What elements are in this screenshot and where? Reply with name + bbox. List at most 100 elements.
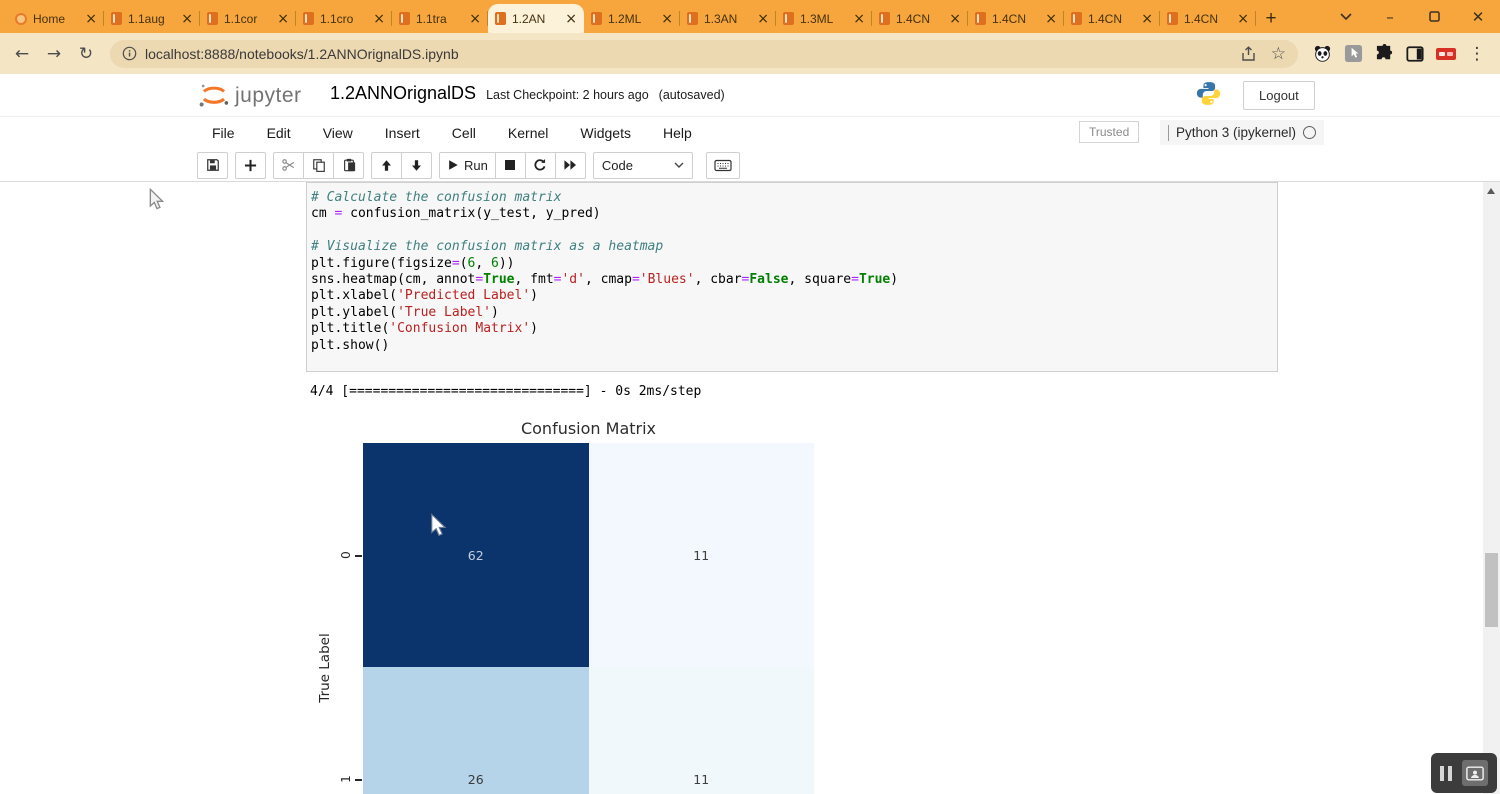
browser-tab-1.3an[interactable]: 1.3AN× [680, 4, 776, 33]
extensions-puzzle-icon[interactable] [1374, 44, 1394, 64]
run-label: Run [464, 158, 488, 173]
jupyter-logo[interactable]: jupyter [197, 81, 302, 111]
move-cell-down-button[interactable] [401, 152, 432, 179]
back-icon[interactable]: ← [6, 44, 38, 64]
refresh-icon[interactable]: ↻ [70, 44, 102, 64]
y-tick-mark [355, 779, 362, 781]
menu-item-kernel[interactable]: Kernel [492, 125, 564, 141]
extensions-row: ⋮ [1312, 44, 1487, 64]
tab-close-icon[interactable]: × [949, 12, 961, 26]
picture-in-picture-button[interactable] [1462, 760, 1488, 786]
browser-menu-kebab-icon[interactable]: ⋮ [1467, 44, 1487, 64]
code-line [311, 223, 1277, 239]
mouse-cursor [147, 188, 167, 212]
page-scrollbar[interactable] [1483, 182, 1500, 794]
url-bar[interactable]: localhost:8888/notebooks/1.2ANNOrignalDS… [110, 40, 1298, 68]
menu-item-view[interactable]: View [307, 125, 369, 141]
tab-close-icon[interactable]: × [469, 12, 481, 26]
code-line: sns.heatmap(cm, annot=True, fmt='d', cma… [311, 272, 1277, 288]
browser-tab-1.3ml[interactable]: 1.3ML× [776, 4, 872, 33]
run-button[interactable]: Run [439, 152, 496, 179]
tab-close-icon[interactable]: × [1045, 12, 1057, 26]
browser-tab-1.1aug[interactable]: 1.1aug× [104, 4, 200, 33]
new-tab-button[interactable]: + [1256, 4, 1286, 33]
interrupt-kernel-button[interactable] [495, 152, 526, 179]
restart-kernel-button[interactable] [525, 152, 556, 179]
tab-close-icon[interactable]: × [85, 12, 97, 26]
minimize-icon[interactable]: – [1368, 0, 1412, 33]
browser-tab-1.4cn[interactable]: 1.4CN× [872, 4, 968, 33]
tab-close-icon[interactable]: × [661, 12, 673, 26]
tab-close-icon[interactable]: × [181, 12, 193, 26]
code-cell[interactable]: # Calculate the confusion matrixcm = con… [306, 182, 1278, 372]
maximize-icon[interactable] [1412, 0, 1456, 33]
browser-tab-1.4cn[interactable]: 1.4CN × [968, 4, 1064, 33]
browser-tab-1.1cro[interactable]: 1.1cro × [296, 4, 392, 33]
browser-tab-1.1cor[interactable]: 1.1cor× [200, 4, 296, 33]
code-editor[interactable]: # Calculate the confusion matrixcm = con… [307, 183, 1277, 354]
copy-cell-button[interactable] [303, 152, 334, 179]
tab-close-icon[interactable]: × [565, 12, 577, 26]
tab-close-icon[interactable]: × [373, 12, 385, 26]
forward-icon[interactable]: → [38, 44, 70, 64]
side-panel-icon[interactable] [1405, 44, 1425, 64]
chevron-down-icon [674, 162, 684, 168]
jupyter-header: jupyter 1.2ANNOrignalDS Last Checkpoint:… [0, 74, 1500, 116]
share-icon[interactable] [1240, 46, 1257, 62]
paste-cell-button[interactable] [333, 152, 364, 179]
plus-icon [244, 159, 257, 172]
add-cell-button[interactable] [235, 152, 266, 179]
tab-label: 1.4CN [992, 12, 1039, 26]
menu-item-help[interactable]: Help [647, 125, 708, 141]
browser-tab-1.1tra[interactable]: 1.1tra× [392, 4, 488, 33]
pip-person-icon [1466, 766, 1484, 781]
y-axis-label: True Label [317, 633, 333, 702]
browser-tab-home[interactable]: Home× [8, 4, 104, 33]
panda-extension-icon[interactable] [1312, 44, 1332, 64]
browser-tab-1.4cn[interactable]: 1.4CN × [1160, 4, 1256, 33]
tab-close-icon[interactable]: × [1141, 12, 1153, 26]
menu-item-file[interactable]: File [196, 125, 251, 141]
cell-type-select[interactable]: Code [593, 152, 693, 179]
tab-close-icon[interactable]: × [757, 12, 769, 26]
menu-item-widgets[interactable]: Widgets [564, 125, 647, 141]
tab-label: 1.4CN [1184, 12, 1231, 26]
pause-icon[interactable] [1440, 766, 1452, 781]
browser-tab-1.2ml[interactable]: 1.2ML × [584, 4, 680, 33]
scrollbar-thumb[interactable] [1485, 553, 1498, 627]
tab-close-icon[interactable]: × [853, 12, 865, 26]
tab-close-icon[interactable]: × [1237, 12, 1249, 26]
cut-cell-button[interactable] [273, 152, 304, 179]
menu-item-cell[interactable]: Cell [436, 125, 492, 141]
red-extension-icon[interactable] [1436, 44, 1456, 64]
command-palette-button[interactable] [706, 152, 740, 179]
selector-extension-icon[interactable] [1343, 44, 1363, 64]
notebook-favicon [207, 12, 218, 25]
tab-label: 1.1cro [320, 12, 367, 26]
save-button[interactable] [197, 152, 228, 179]
bookmark-star-icon[interactable]: ☆ [1271, 44, 1286, 64]
notebook-favicon [303, 12, 314, 25]
code-line: plt.ylabel('True Label') [311, 305, 1277, 321]
logout-button[interactable]: Logout [1243, 81, 1315, 110]
tab-close-icon[interactable]: × [277, 12, 289, 26]
close-window-icon[interactable]: ✕ [1456, 0, 1500, 33]
browser-tab-1.2an[interactable]: 1.2AN× [488, 4, 584, 33]
scrollbar-up-icon[interactable] [1487, 188, 1495, 194]
plot-title: Confusion Matrix [363, 419, 814, 438]
kernel-divider [1168, 125, 1169, 141]
restart-run-all-button[interactable] [555, 152, 586, 179]
notebook-favicon [1167, 12, 1178, 25]
notebook-favicon [399, 12, 410, 25]
menu-item-edit[interactable]: Edit [251, 125, 307, 141]
site-info-icon[interactable] [122, 46, 137, 61]
tab-label: 1.2ML [608, 12, 655, 26]
trusted-badge[interactable]: Trusted [1079, 121, 1139, 143]
browser-tab-1.4cn[interactable]: 1.4CN× [1064, 4, 1160, 33]
notebook-favicon [975, 12, 986, 25]
notebook-title[interactable]: 1.2ANNOrignalDS [330, 83, 476, 104]
menu-item-insert[interactable]: Insert [369, 125, 436, 141]
move-cell-up-button[interactable] [371, 152, 402, 179]
tab-search-chevron-icon[interactable] [1324, 0, 1368, 33]
url-text[interactable]: localhost:8888/notebooks/1.2ANNOrignalDS… [145, 46, 1226, 62]
